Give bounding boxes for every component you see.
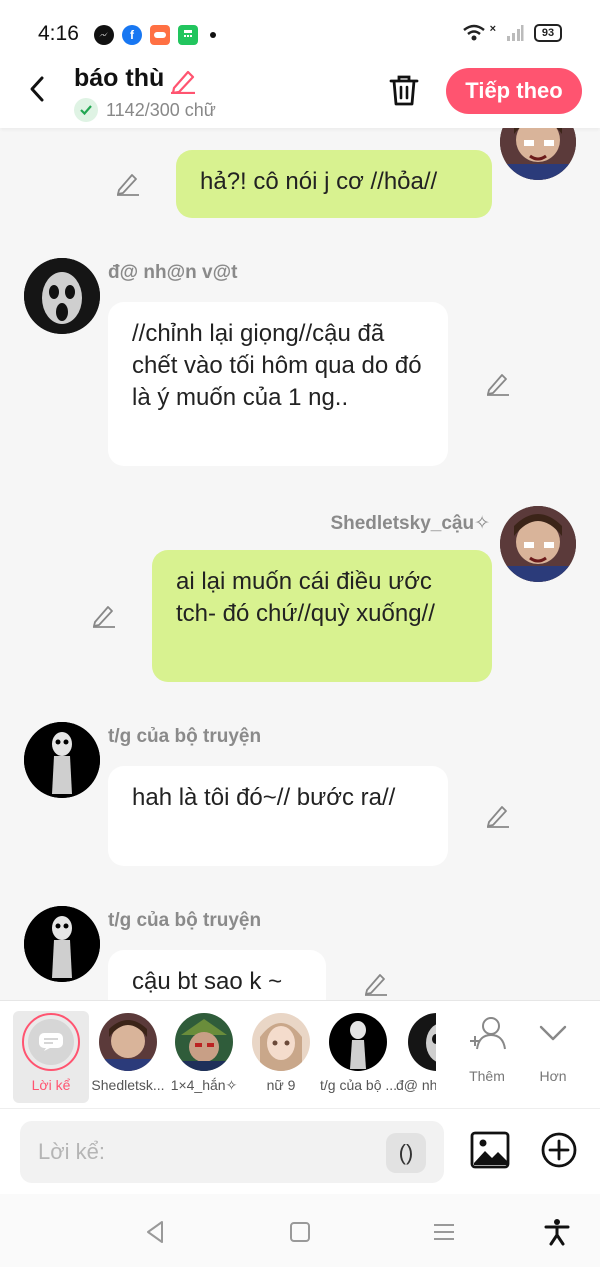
word-count-text: 1142/300 chữ xyxy=(106,99,216,120)
character-label: t/g của bộ ... xyxy=(320,1077,396,1093)
next-button[interactable]: Tiếp theo xyxy=(446,68,582,114)
message-text: hả?! cô nói j cơ //hỏa// xyxy=(200,168,438,195)
input-bar: () xyxy=(0,1108,600,1194)
message-text: cậu bt sao k ~ xyxy=(132,968,283,995)
message-bubble-left[interactable]: hah là tôi đó~// bước ra// xyxy=(108,766,448,866)
messenger-icon xyxy=(94,25,114,45)
add-person-icon xyxy=(470,1017,506,1050)
status-time: 4:16 xyxy=(38,22,79,45)
avatar-dan-nhan-vat[interactable] xyxy=(24,258,100,334)
chevron-down-icon xyxy=(539,1025,567,1041)
add-character-button[interactable]: Thêm xyxy=(454,1015,520,1084)
more-notifications-dot xyxy=(210,32,216,38)
narration-icon xyxy=(39,1033,63,1051)
accessibility-icon[interactable] xyxy=(543,1218,571,1246)
no-signal-mark: × xyxy=(489,23,496,35)
nav-recents-icon[interactable] xyxy=(430,1218,458,1246)
signal-icon xyxy=(507,25,524,41)
back-arrow-icon[interactable] xyxy=(24,72,52,106)
message-text: //chỉnh lại giọng//cậu đã chết vào tối h… xyxy=(132,320,422,411)
message-bubble-left[interactable]: //chỉnh lại giọng//cậu đã chết vào tối h… xyxy=(108,302,448,466)
character-avatar xyxy=(99,1013,157,1071)
trash-icon[interactable] xyxy=(386,72,422,108)
chat-area[interactable]: hả?! cô nói j cơ //hỏa// đ@ nh@n v@t //c… xyxy=(0,128,600,1000)
sender-name: t/g của bộ truyện xyxy=(108,910,262,931)
sender-name: Shedletsky_cậu✧ xyxy=(330,513,490,534)
character-shedletsky[interactable]: Shedletsk... xyxy=(90,1011,166,1103)
narrator-avatar xyxy=(22,1013,80,1071)
character-avatar xyxy=(175,1013,233,1071)
game-icon xyxy=(150,25,170,45)
avatar-tac-gia[interactable] xyxy=(24,722,100,798)
message-text: ai lại muốn cái điều ước tch- đó chứ//qu… xyxy=(176,568,435,627)
parentheses-button[interactable]: () xyxy=(386,1133,426,1173)
nav-home-icon[interactable] xyxy=(286,1218,314,1246)
notification-icons: f xyxy=(94,25,216,45)
character-label: 1×4_hắn✧ xyxy=(170,1077,238,1093)
narration-input[interactable] xyxy=(20,1121,444,1183)
character-label: Shedletsk... xyxy=(91,1077,165,1093)
system-icons: × 93 xyxy=(462,23,562,42)
message-bubble-right[interactable]: hả?! cô nói j cơ //hỏa// xyxy=(176,150,492,218)
tool-label: Hơn xyxy=(539,1068,567,1084)
character-avatar xyxy=(252,1013,310,1071)
edit-message-pencil-icon[interactable] xyxy=(484,370,512,398)
character-selector: Lời kể Shedletsk... 1×4_hắn✧ nữ 9 t/g củ… xyxy=(0,1000,600,1108)
tool-label: Thêm xyxy=(469,1068,505,1084)
sender-name: t/g của bộ truyện xyxy=(108,726,262,747)
message-bubble-left[interactable]: cậu bt sao k ~ xyxy=(108,950,326,1000)
app-header: báo thù 1142/300 chữ Tiếp theo xyxy=(0,56,600,128)
character-avatar xyxy=(329,1013,387,1071)
character-dan-nhan-vat[interactable]: đ@ nh xyxy=(396,1011,436,1103)
image-icon[interactable] xyxy=(470,1131,510,1169)
battery-indicator: 93 xyxy=(534,24,562,42)
facebook-icon: f xyxy=(122,25,142,45)
character-narrator[interactable]: Lời kể xyxy=(13,1011,89,1103)
message-bubble-right[interactable]: ai lại muốn cái điều ước tch- đó chứ//qu… xyxy=(152,550,492,682)
character-label: đ@ nh xyxy=(396,1077,436,1093)
character-avatar xyxy=(408,1013,436,1071)
collapse-button[interactable]: Hơn xyxy=(520,1015,586,1084)
calculator-icon xyxy=(178,25,198,45)
character-1x4[interactable]: 1×4_hắn✧ xyxy=(166,1011,242,1103)
avatar-tac-gia[interactable] xyxy=(24,906,100,982)
check-icon xyxy=(74,98,98,122)
nav-back-icon[interactable] xyxy=(142,1218,170,1246)
character-nu-9[interactable]: nữ 9 xyxy=(243,1011,319,1103)
message-text: hah là tôi đó~// bước ra// xyxy=(132,784,396,811)
edit-title-pencil-icon[interactable] xyxy=(168,66,198,94)
character-label: nữ 9 xyxy=(266,1077,296,1093)
sender-name: đ@ nh@n v@t xyxy=(108,262,238,283)
system-navigation-bar xyxy=(0,1194,600,1267)
character-tac-gia[interactable]: t/g của bộ ... xyxy=(320,1011,396,1103)
story-title: báo thù xyxy=(74,64,165,92)
edit-message-pencil-icon[interactable] xyxy=(362,970,390,998)
avatar-shedletsky[interactable] xyxy=(500,128,576,180)
character-label: Lời kể xyxy=(31,1077,71,1093)
avatar-shedletsky[interactable] xyxy=(500,506,576,582)
edit-message-pencil-icon[interactable] xyxy=(90,602,118,630)
word-count: 1142/300 chữ xyxy=(74,98,216,122)
edit-message-pencil-icon[interactable] xyxy=(484,802,512,830)
wifi-icon xyxy=(462,24,485,41)
add-circle-icon[interactable] xyxy=(540,1131,578,1169)
edit-message-pencil-icon[interactable] xyxy=(114,170,142,198)
